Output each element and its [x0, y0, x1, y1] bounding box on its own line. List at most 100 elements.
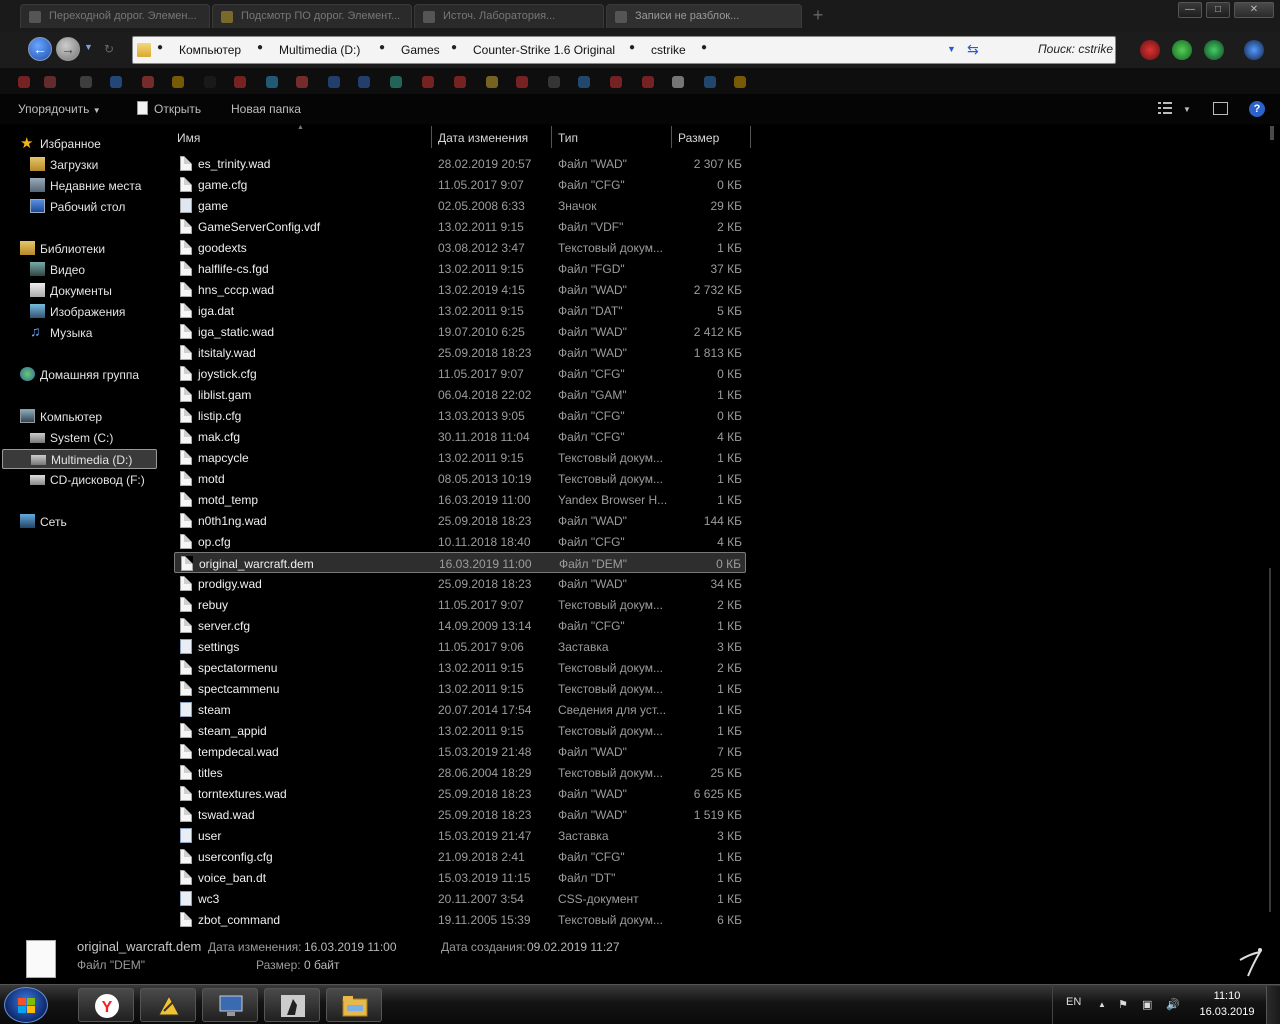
- column-divider[interactable]: [551, 126, 552, 148]
- bookmark-icon[interactable]: [422, 76, 434, 88]
- search-icon[interactable]: [1244, 40, 1264, 60]
- file-row[interactable]: spectcammenu 13.02.2011 9:15 Текстовый док…: [174, 678, 746, 699]
- file-row[interactable]: hns_cccp.wad 13.02.2019 4:15 Файл "WAD" 2 7…: [174, 279, 746, 300]
- bookmark-icon[interactable]: [642, 76, 654, 88]
- bookmark-icon[interactable]: [44, 76, 56, 88]
- file-row[interactable]: n0th1ng.wad 25.09.2018 18:23 Файл "WAD" 144…: [174, 510, 746, 531]
- bookmark-icon[interactable]: [204, 76, 216, 88]
- recent-pages-dropdown[interactable]: ▼: [84, 42, 93, 52]
- vertical-scrollbar[interactable]: [1266, 124, 1280, 932]
- breadcrumb-games[interactable]: Games: [401, 43, 440, 57]
- file-row[interactable]: steam_appid 13.02.2011 9:15 Текстовый доку…: [174, 720, 746, 741]
- file-row[interactable]: voice_ban.dt 15.03.2019 11:15 Файл "DT" 1 К…: [174, 867, 746, 888]
- language-indicator[interactable]: EN: [1066, 996, 1081, 1008]
- taskbar-yandex-browser[interactable]: Y: [78, 988, 134, 1022]
- network-status-icon[interactable]: ▣: [1142, 998, 1152, 1011]
- clock-time[interactable]: 11:10: [1200, 990, 1254, 1002]
- browser-tab-2[interactable]: Подсмотр ПО дорог. Элемент...: [212, 4, 412, 28]
- breadcrumb-counter-strike[interactable]: Counter-Strike 1.6 Original: [473, 43, 615, 57]
- breadcrumb-separator-icon[interactable]: ●: [701, 42, 707, 53]
- up-level-icon[interactable]: ↻: [104, 42, 118, 56]
- open-button[interactable]: Открыть: [154, 102, 201, 116]
- refresh-icon[interactable]: ⇆: [967, 41, 979, 58]
- new-folder-button[interactable]: Новая папка: [231, 102, 301, 116]
- file-row[interactable]: original_warcraft.dem 16.03.2019 11:00 Фай…: [174, 552, 746, 573]
- action-center-flag-icon[interactable]: ⚑: [1118, 998, 1128, 1011]
- breadcrumb-cstrike[interactable]: cstrike: [651, 43, 686, 57]
- search-input[interactable]: Поиск: cstrike: [1033, 42, 1113, 56]
- file-row[interactable]: motd 08.05.2013 10:19 Текстовый докум... 1 …: [174, 468, 746, 489]
- address-bar[interactable]: ● Компьютер ● Multimedia (D:) ● Games ● …: [132, 36, 1116, 64]
- bookmark-icon[interactable]: [548, 76, 560, 88]
- file-row[interactable]: tswad.wad 25.09.2018 18:23 Файл "WAD" 1 519…: [174, 804, 746, 825]
- taskbar-counter-strike[interactable]: [264, 988, 320, 1022]
- file-row[interactable]: liblist.gam 06.04.2018 22:02 Файл "GAM" 1 К…: [174, 384, 746, 405]
- file-row[interactable]: halflife-cs.fgd 13.02.2011 9:15 Файл "FGD"…: [174, 258, 746, 279]
- show-hidden-icons-icon[interactable]: ▲: [1098, 1000, 1106, 1009]
- bookmark-icon[interactable]: [172, 76, 184, 88]
- file-row[interactable]: tempdecal.wad 15.03.2019 21:48 Файл "WAD" 7…: [174, 741, 746, 762]
- file-row[interactable]: wc3 20.11.2007 3:54 CSS-документ 1 КБ: [174, 888, 746, 909]
- browser-tab-3[interactable]: Источ. Лаборатория...: [414, 4, 604, 28]
- file-row[interactable]: es_trinity.wad 28.02.2019 20:57 Файл "WAD"…: [174, 153, 746, 174]
- file-row[interactable]: rebuy 11.05.2017 9:07 Текстовый докум... 2 …: [174, 594, 746, 615]
- file-row[interactable]: userconfig.cfg 21.09.2018 2:41 Файл "CFG" 1…: [174, 846, 746, 867]
- breadcrumb-separator-icon[interactable]: ●: [629, 42, 635, 53]
- show-desktop-button[interactable]: [1266, 986, 1280, 1024]
- address-dropdown-icon[interactable]: ▼: [947, 44, 956, 54]
- bookmark-icon[interactable]: [328, 76, 340, 88]
- bookmark-icon[interactable]: [266, 76, 278, 88]
- bookmark-icon[interactable]: [672, 76, 684, 88]
- breadcrumb-separator-icon[interactable]: ●: [157, 42, 163, 53]
- column-header-type[interactable]: Тип: [558, 131, 578, 145]
- maximize-button[interactable]: □: [1206, 2, 1230, 18]
- file-row[interactable]: spectatormenu 13.02.2011 9:15 Текстовый до…: [174, 657, 746, 678]
- bookmark-icon[interactable]: [142, 76, 154, 88]
- bookmark-icon[interactable]: [18, 76, 30, 88]
- bookmark-icon[interactable]: [734, 76, 746, 88]
- bookmark-icon[interactable]: [110, 76, 122, 88]
- bookmark-icon[interactable]: [390, 76, 402, 88]
- breadcrumb-separator-icon[interactable]: ●: [257, 42, 263, 53]
- file-row[interactable]: motd_temp 16.03.2019 11:00 Yandex Browser …: [174, 489, 746, 510]
- bookmark-icon[interactable]: [610, 76, 622, 88]
- extension-icon[interactable]: [1172, 40, 1192, 60]
- bookmark-icon[interactable]: [358, 76, 370, 88]
- browser-tab-4[interactable]: Записи не разблок...: [606, 4, 802, 28]
- bookmark-icon[interactable]: [234, 76, 246, 88]
- column-header-name[interactable]: Имя: [177, 131, 200, 145]
- taskbar-monitor[interactable]: [202, 988, 258, 1022]
- file-row[interactable]: itsitaly.wad 25.09.2018 18:23 Файл "WAD" 1 …: [174, 342, 746, 363]
- breadcrumb-computer[interactable]: Компьютер: [179, 43, 241, 57]
- bookmark-icon[interactable]: [578, 76, 590, 88]
- close-button[interactable]: ✕: [1234, 2, 1274, 18]
- file-row[interactable]: torntextures.wad 25.09.2018 18:23 Файл "WA…: [174, 783, 746, 804]
- file-row[interactable]: mak.cfg 30.11.2018 11:04 Файл "CFG" 4 КБ: [174, 426, 746, 447]
- file-row[interactable]: GameServerConfig.vdf 13.02.2011 9:15 Файл …: [174, 216, 746, 237]
- file-row[interactable]: prodigy.wad 25.09.2018 18:23 Файл "WAD" 34 …: [174, 573, 746, 594]
- file-row[interactable]: listip.cfg 13.03.2013 9:05 Файл "CFG" 0 КБ: [174, 405, 746, 426]
- minimize-button[interactable]: —: [1178, 2, 1202, 18]
- file-row[interactable]: joystick.cfg 11.05.2017 9:07 Файл "CFG" 0 К…: [174, 363, 746, 384]
- breadcrumb-separator-icon[interactable]: ●: [379, 42, 385, 53]
- file-row[interactable]: steam 20.07.2014 17:54 Сведения для уст...…: [174, 699, 746, 720]
- taskbar-explorer[interactable]: [326, 988, 382, 1022]
- file-row[interactable]: op.cfg 10.11.2018 18:40 Файл "CFG" 4 КБ: [174, 531, 746, 552]
- file-row[interactable]: mapcycle 13.02.2011 9:15 Текстовый докум..…: [174, 447, 746, 468]
- file-row[interactable]: zbot_command 19.11.2005 15:39 Текстовый до…: [174, 909, 746, 930]
- adblock-icon[interactable]: [1140, 40, 1160, 60]
- bookmark-icon[interactable]: [296, 76, 308, 88]
- nav-drive-d[interactable]: Multimedia (D:): [2, 449, 157, 469]
- bookmark-icon[interactable]: [516, 76, 528, 88]
- file-row[interactable]: game.cfg 11.05.2017 9:07 Файл "CFG" 0 КБ: [174, 174, 746, 195]
- file-row[interactable]: game 02.05.2008 6:33 Значок 29 КБ: [174, 195, 746, 216]
- taskbar-winamp[interactable]: [140, 988, 196, 1022]
- file-row[interactable]: server.cfg 14.09.2009 13:14 Файл "CFG" 1 КБ: [174, 615, 746, 636]
- start-button[interactable]: [4, 987, 48, 1023]
- column-header-date[interactable]: Дата изменения: [438, 131, 528, 145]
- view-options-icon[interactable]: [1158, 102, 1172, 114]
- bookmark-icon[interactable]: [486, 76, 498, 88]
- browser-tab-1[interactable]: Переходной дорог. Элемен...: [20, 4, 210, 28]
- scrollbar-thumb[interactable]: [1270, 126, 1274, 140]
- column-divider[interactable]: [671, 126, 672, 148]
